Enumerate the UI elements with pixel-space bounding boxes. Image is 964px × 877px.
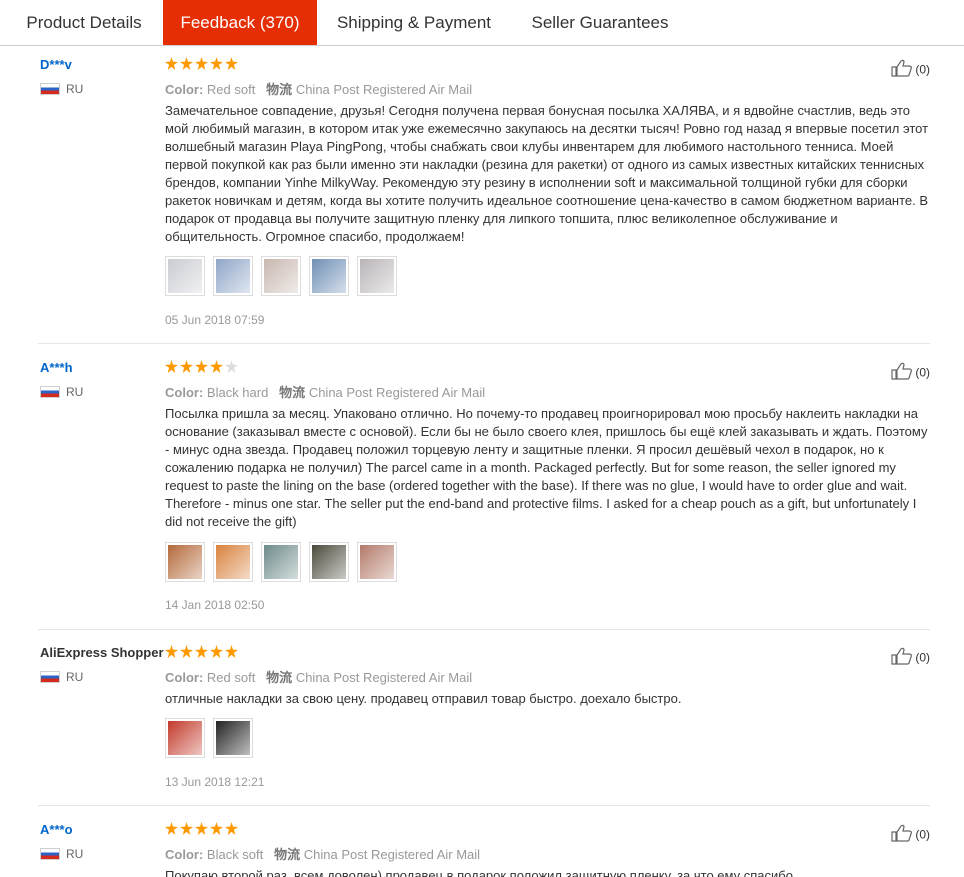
star-icon [180, 822, 193, 835]
flag-icon [40, 82, 60, 95]
helpful-button[interactable]: (0) [891, 59, 930, 77]
thumbs-up-icon [891, 59, 913, 80]
helpful-button[interactable]: (0) [891, 362, 930, 380]
reviewer-name[interactable]: A***o [40, 822, 73, 837]
tab-feedback[interactable]: Feedback (370) [163, 0, 317, 45]
shipping-method: China Post Registered Air Mail [295, 82, 473, 97]
color-value: Black hard [206, 385, 269, 400]
review-text: Посылка пришла за месяц. Упаковано отлич… [165, 406, 928, 529]
reviewer-country: RU [40, 846, 83, 861]
flag-icon [40, 847, 60, 860]
star-icon [165, 57, 178, 70]
tab-shipping-payment[interactable]: Shipping & Payment [318, 0, 510, 45]
review-date: 05 Jun 2018 07:59 [165, 313, 265, 327]
review-photo[interactable] [165, 542, 205, 582]
shipping-icon: 物流 [266, 670, 293, 685]
star-icon [225, 822, 238, 835]
review-photo[interactable] [213, 718, 253, 758]
review-date: 14 Jan 2018 02:50 [165, 598, 265, 612]
review-photo[interactable] [213, 542, 253, 582]
color-value: Black soft [206, 847, 264, 862]
star-icon [210, 822, 223, 835]
reviewer-name[interactable]: D***v [40, 57, 72, 72]
review-photo[interactable] [261, 256, 301, 296]
order-info: Color: Black hard 物流 China Post Register… [165, 385, 486, 400]
color-value: Red soft [206, 82, 256, 97]
color-value: Red soft [206, 670, 256, 685]
reviewer-country: RU [40, 384, 83, 399]
flag-icon [40, 670, 60, 683]
star-icon [180, 360, 193, 373]
star-icon [210, 360, 223, 373]
review-photo[interactable] [309, 542, 349, 582]
review-photo[interactable] [213, 256, 253, 296]
star-icon [195, 57, 208, 70]
star-icon [225, 57, 238, 70]
review-item: AliExpress Shopper RU Color: Red soft 物流… [38, 645, 930, 806]
review-photo[interactable] [165, 718, 205, 758]
star-icon [225, 360, 238, 373]
star-icon [225, 645, 238, 658]
reviewer-name: AliExpress Shopper [40, 645, 164, 660]
star-icon [195, 360, 208, 373]
order-info: Color: Black soft 物流 China Post Register… [165, 847, 481, 862]
star-icon [195, 822, 208, 835]
order-info: Color: Red soft 物流 China Post Registered… [165, 670, 473, 685]
review-photo[interactable] [357, 542, 397, 582]
thumbs-up-icon [891, 362, 913, 383]
review-date: 13 Jun 2018 12:21 [165, 775, 265, 789]
shipping-method: China Post Registered Air Mail [303, 847, 481, 862]
flag-icon [40, 385, 60, 398]
thumbs-up-icon [891, 647, 913, 668]
helpful-button[interactable]: (0) [891, 824, 930, 842]
thumbs-up-icon [891, 824, 913, 845]
tab-seller-guarantees[interactable]: Seller Guarantees [512, 0, 688, 45]
shipping-method: China Post Registered Air Mail [295, 670, 473, 685]
review-item: D***v RU Color: Red soft 物流 China Post R… [38, 57, 930, 344]
reviewer-name[interactable]: A***h [40, 360, 73, 375]
tab-bar: Product Details Feedback (370) Shipping … [0, 0, 964, 46]
review-item: A***h RU Color: Black hard 物流 China Post… [38, 360, 930, 630]
helpful-button[interactable]: (0) [891, 647, 930, 665]
star-icon [195, 645, 208, 658]
star-icon [165, 645, 178, 658]
star-icon [180, 57, 193, 70]
star-icon [165, 822, 178, 835]
star-icon [210, 645, 223, 658]
shipping-icon: 物流 [266, 82, 293, 97]
star-icon [210, 57, 223, 70]
review-text: Замечательное совпадение, друзья! Сегодн… [165, 103, 929, 244]
shipping-icon: 物流 [279, 385, 306, 400]
reviewer-country: RU [40, 669, 83, 684]
star-icon [165, 360, 178, 373]
review-text: Покупаю второй раз, всем доволен) продав… [165, 868, 793, 877]
shipping-icon: 物流 [274, 847, 301, 862]
review-text: отличные накладки за свою цену. продавец… [165, 691, 682, 706]
shipping-method: China Post Registered Air Mail [308, 385, 486, 400]
review-photo[interactable] [261, 542, 301, 582]
review-photo[interactable] [165, 256, 205, 296]
order-info: Color: Red soft 物流 China Post Registered… [165, 82, 473, 97]
star-icon [180, 645, 193, 658]
review-photo[interactable] [309, 256, 349, 296]
review-item: A***o RU Color: Black soft 物流 China Post… [38, 822, 930, 877]
tab-product-details[interactable]: Product Details [6, 0, 162, 45]
review-photo[interactable] [357, 256, 397, 296]
reviewer-country: RU [40, 81, 83, 96]
